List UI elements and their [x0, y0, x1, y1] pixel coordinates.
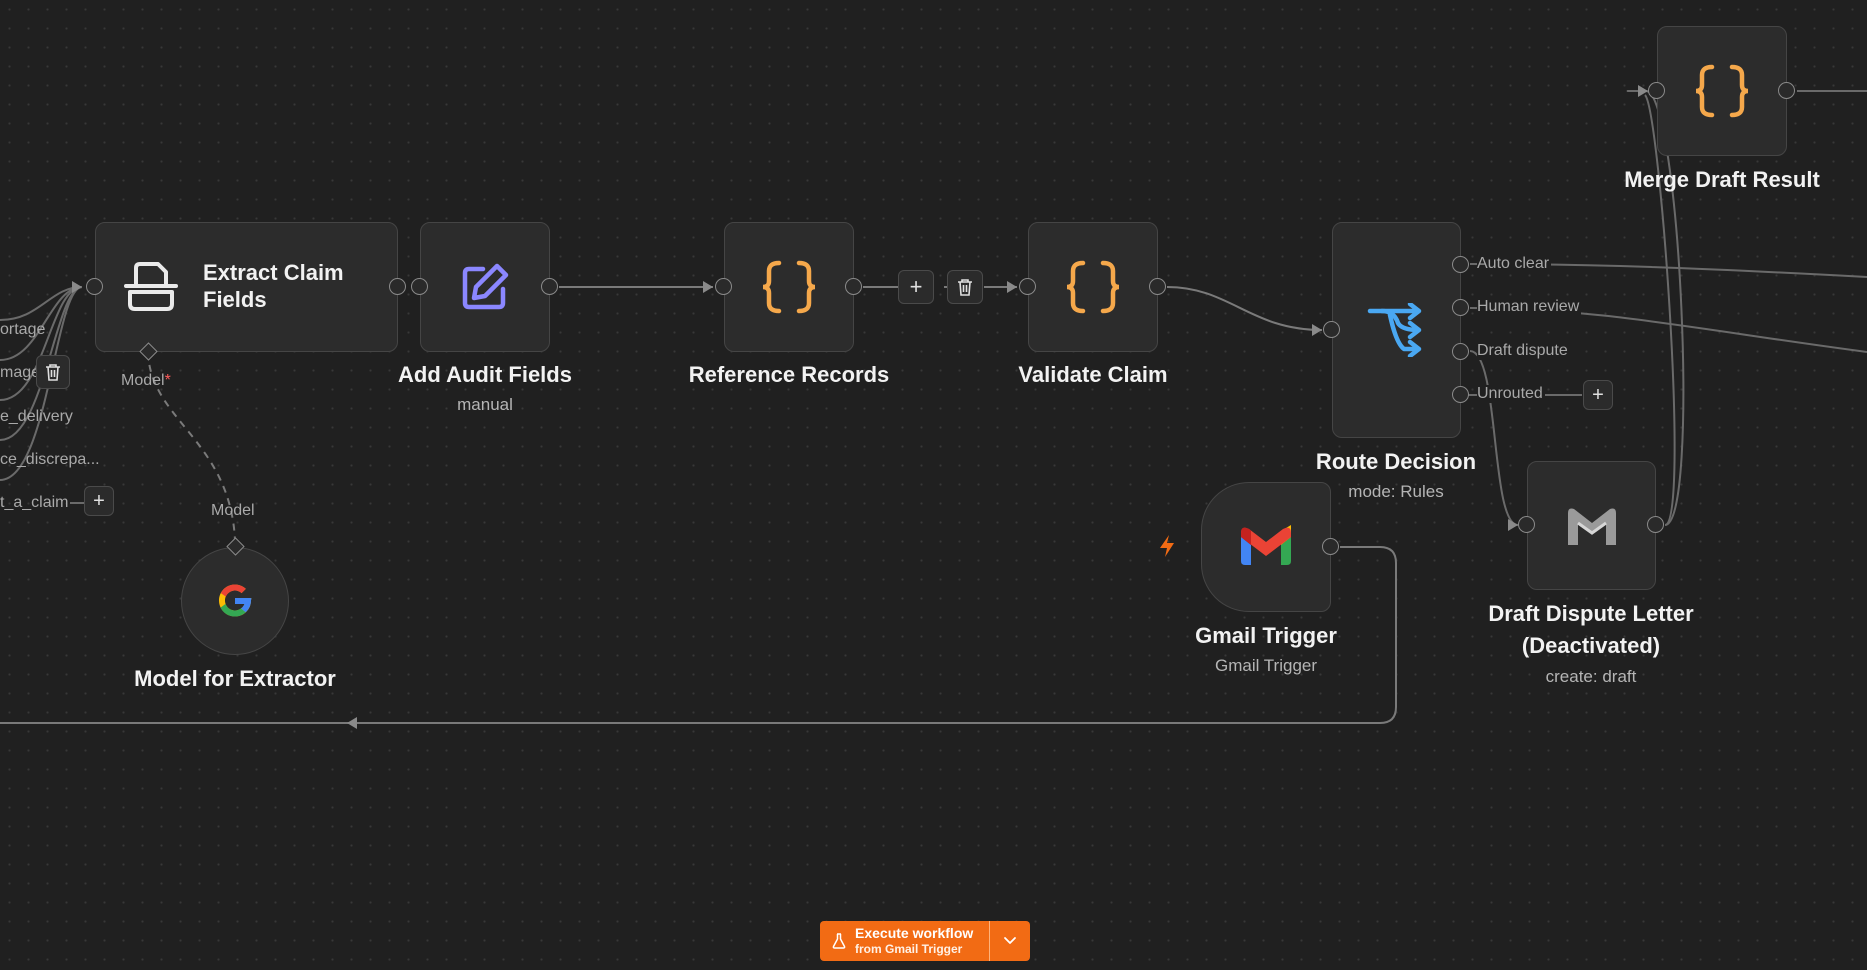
node-subtitle: create: draft [1545, 667, 1637, 686]
gmail-icon [1241, 525, 1291, 565]
edit-icon [462, 263, 509, 310]
node-model-for-extractor[interactable] [181, 547, 289, 655]
code-braces-icon [1695, 64, 1749, 118]
node-route-decision[interactable] [1332, 222, 1461, 438]
input-handle[interactable] [1323, 321, 1340, 338]
delete-connection-button[interactable] [947, 270, 983, 304]
node-gmail-trigger[interactable] [1201, 482, 1331, 612]
node-label: Add Audit Fields [398, 362, 572, 387]
output-handle[interactable] [1149, 278, 1166, 295]
partial-label: ce_discrepa... [0, 451, 100, 468]
node-add-audit-fields[interactable] [420, 222, 550, 352]
delete-button[interactable] [36, 355, 70, 389]
add-connection-button[interactable]: + [1583, 380, 1613, 410]
input-handle[interactable] [1019, 278, 1036, 295]
partial-label: mage [0, 364, 41, 381]
execute-workflow-button[interactable]: Execute workflow from Gmail Trigger [820, 921, 1030, 961]
edge-dispute-merge [1644, 94, 1676, 526]
gmail-icon [1567, 508, 1616, 545]
output-label: Draft dispute [1477, 342, 1570, 360]
node-label: Validate Claim [1018, 362, 1168, 387]
partial-label: t_a_claim [0, 494, 69, 511]
edge-draft-dispute [1469, 350, 1519, 526]
output-handle[interactable] [389, 278, 406, 295]
execute-label: Execute workflow [855, 925, 974, 941]
output-label: Human review [1477, 298, 1582, 316]
chevron-down-icon [1004, 937, 1016, 944]
node-subtitle: manual [457, 395, 513, 414]
output-handle[interactable] [541, 278, 558, 295]
input-handle[interactable] [1648, 82, 1665, 99]
input-handle[interactable] [411, 278, 428, 295]
node-merge-draft-result[interactable] [1657, 26, 1787, 156]
node-label: Draft Dispute Letter [1488, 601, 1694, 626]
output-handle[interactable] [845, 278, 862, 295]
node-extract-claim-fields[interactable]: Extract Claim Fields [95, 222, 398, 352]
edge-validate-route [1166, 286, 1323, 331]
node-validate-claim[interactable] [1028, 222, 1158, 352]
node-label: Model for Extractor [134, 666, 336, 691]
output-handle-human-review[interactable] [1452, 299, 1469, 316]
google-icon [219, 584, 252, 617]
arrowhead-extract [72, 281, 82, 293]
partial-label: ortage [0, 321, 46, 338]
flask-icon [832, 933, 846, 949]
add-node-button[interactable]: + [898, 270, 934, 304]
input-handle[interactable] [715, 278, 732, 295]
node-label-status: (Deactivated) [1521, 633, 1661, 658]
node-title: Extract Claim Fields [203, 260, 344, 312]
output-handle[interactable] [1647, 516, 1664, 533]
node-subtitle: Gmail Trigger [1214, 656, 1318, 675]
input-handle[interactable] [1518, 516, 1535, 533]
lightning-icon [1160, 535, 1174, 557]
node-label: Route Decision [1315, 449, 1477, 474]
output-handle-draft-dispute[interactable] [1452, 343, 1469, 360]
execute-options-dropdown[interactable] [989, 921, 1030, 961]
output-label: Unrouted [1477, 385, 1545, 403]
workflow-canvas[interactable]: ortage mage e_delivery ce_discrepa... t_… [0, 0, 1867, 970]
execute-workflow-main[interactable]: Execute workflow from Gmail Trigger [820, 921, 989, 961]
input-handle[interactable] [86, 278, 103, 295]
trash-icon [958, 279, 972, 296]
output-handle-unrouted[interactable] [1452, 386, 1469, 403]
partial-label: e_delivery [0, 408, 73, 425]
output-label: Auto clear [1477, 255, 1552, 273]
model-port-label: Model* [121, 372, 171, 389]
output-handle[interactable] [1778, 82, 1795, 99]
node-label: Gmail Trigger [1195, 623, 1337, 648]
node-subtitle: mode: Rules [1348, 482, 1444, 501]
model-input-label: Model [211, 502, 255, 519]
node-label: Reference Records [688, 362, 890, 387]
node-label: Merge Draft Result [1624, 167, 1820, 192]
node-draft-dispute-letter[interactable] [1527, 461, 1656, 590]
document-scanner-icon [124, 262, 178, 311]
output-handle[interactable] [1322, 538, 1339, 555]
add-connection-button[interactable]: + [84, 486, 114, 516]
code-braces-icon [762, 260, 816, 314]
execute-sublabel: from Gmail Trigger [855, 942, 963, 956]
code-braces-icon [1066, 260, 1120, 314]
node-reference-records[interactable] [724, 222, 854, 352]
router-icon [1367, 303, 1421, 357]
trash-icon [46, 364, 60, 381]
output-handle-auto-clear[interactable] [1452, 256, 1469, 273]
